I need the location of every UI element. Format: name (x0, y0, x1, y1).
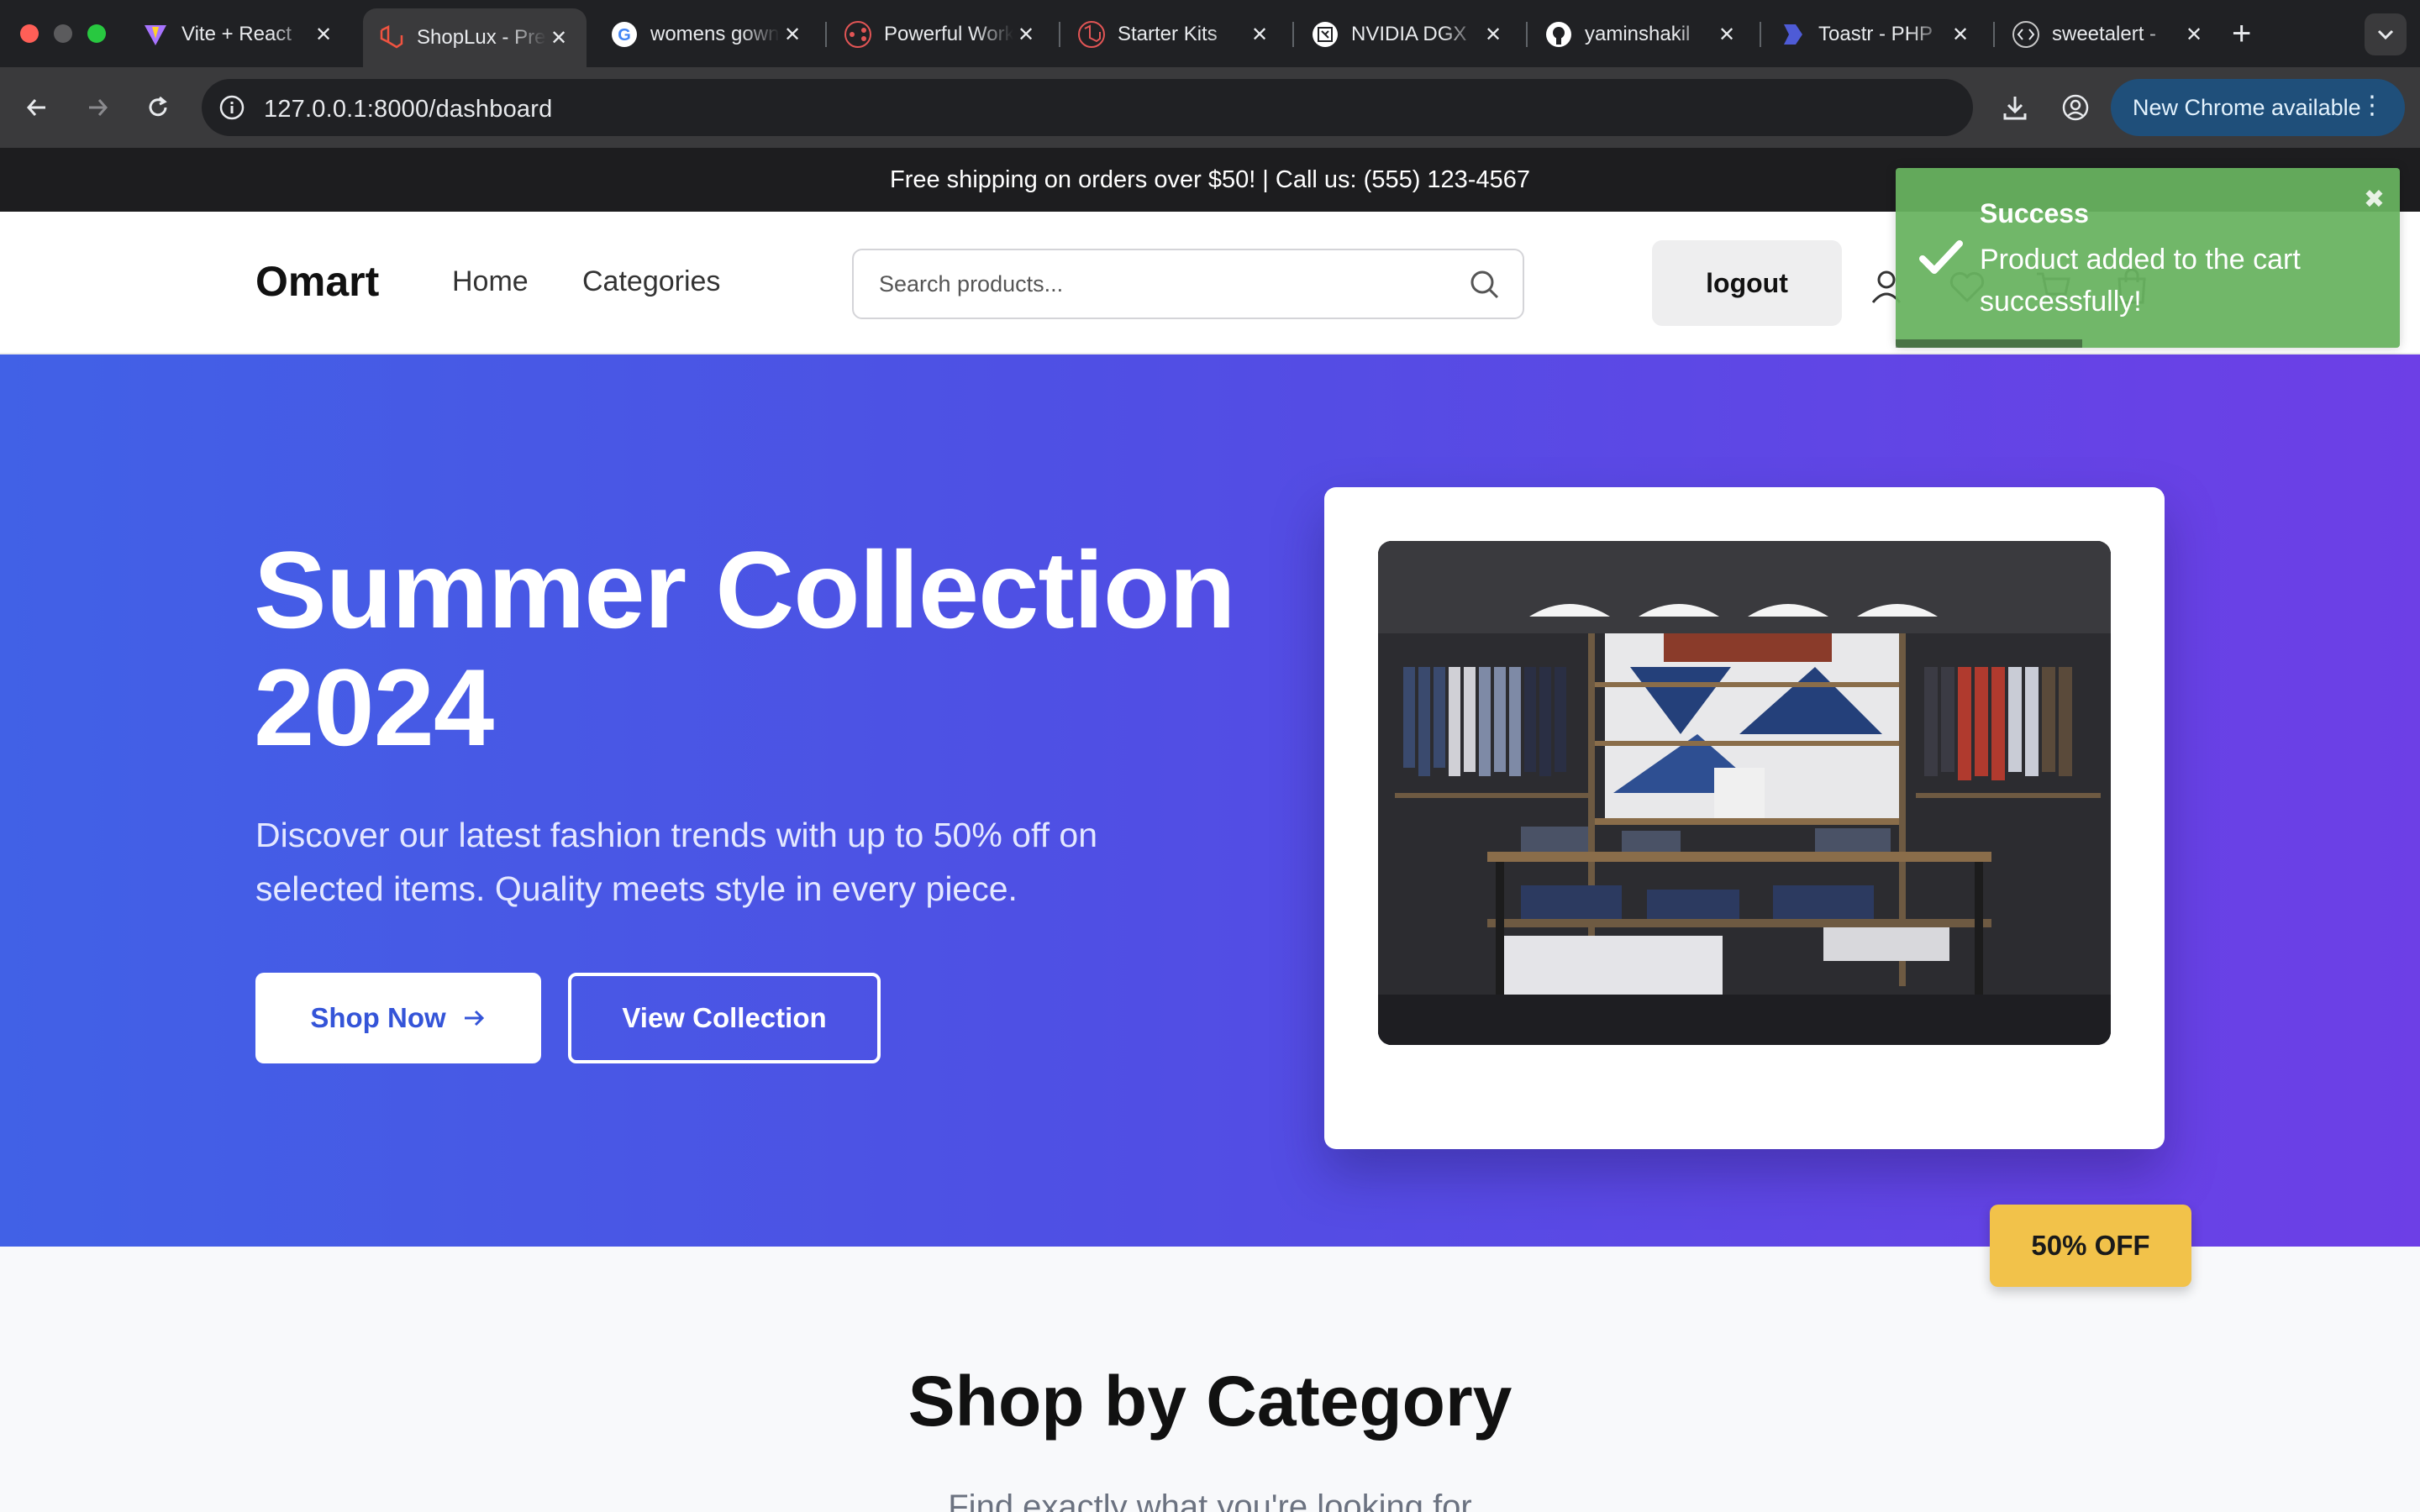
php-icon (1778, 20, 1807, 49)
tab-separator (1292, 22, 1294, 47)
tab-nvidia-dgx[interactable]: NVIDIA DGX ✕ (1297, 8, 1521, 60)
url-text: 127.0.0.1:8000/dashboard (264, 96, 553, 123)
browser-toolbar: 127.0.0.1:8000/dashboard New Chrome avai… (0, 67, 2420, 148)
tab-separator (1059, 22, 1060, 47)
hero-description: Discover our latest fashion trends with … (255, 808, 1264, 916)
address-bar[interactable]: 127.0.0.1:8000/dashboard (202, 79, 2146, 136)
shop-now-label: Shop Now (310, 1002, 446, 1033)
product-search (852, 249, 1524, 319)
download-icon (2003, 97, 2027, 120)
hero-description-line: Discover our latest fashion trends with … (255, 816, 1098, 854)
hero-banner: Summer Collection 2024 Discover our late… (0, 354, 2420, 1287)
tab-sweetalert[interactable]: sweetalert - ✕ (1998, 8, 2222, 60)
tab-separator (1526, 22, 1528, 47)
close-tab-icon[interactable]: ✕ (1481, 23, 1506, 47)
close-tab-icon[interactable]: ✕ (780, 23, 805, 47)
arrow-right-icon (89, 99, 108, 116)
tab-title: Toastr - PHP (1818, 23, 1933, 45)
tab-workflow[interactable]: Powerful Workflow ✕ (830, 8, 1054, 60)
profile-icon (2062, 94, 2089, 121)
brand-logo[interactable]: Omart (255, 257, 379, 306)
downloads-button[interactable] (1995, 87, 2035, 128)
tab-title: NVIDIA DGX (1351, 23, 1467, 45)
hero-description-line: selected items. Quality meets style in e… (255, 869, 1018, 908)
tab-title: ShopLux - Premium (417, 26, 546, 49)
search-icon[interactable] (1467, 267, 1502, 302)
close-tab-icon[interactable]: ✕ (546, 26, 571, 50)
arrow-right-icon (464, 1010, 484, 1026)
hero-image-card (1324, 487, 2165, 1149)
maximize-window-button[interactable] (87, 24, 106, 43)
site-info-icon[interactable] (217, 92, 247, 123)
tab-toastr-php[interactable]: Toastr - PHP ✕ (1765, 8, 1988, 60)
tab-title: womens gowns (650, 23, 780, 45)
toast-notification[interactable]: Success Product added to the cart succes… (1896, 168, 2400, 348)
tab-separator (1993, 22, 1995, 47)
hero-title: Summer Collection 2024 (254, 531, 1346, 766)
workflow-icon (844, 20, 872, 49)
section-subtitle: Find exactly what you're looking for (948, 1488, 1472, 1512)
logout-button[interactable]: logout (1652, 240, 1842, 326)
toast-progress-bar (1896, 339, 2082, 348)
hero-title-year: 2024 (254, 646, 494, 769)
shop-now-button[interactable]: Shop Now (255, 973, 541, 1063)
store-interior-photo (1378, 541, 2111, 1045)
browser-tab-strip: Vite + React ✕ ShopLux - Premium ✕ G wom… (0, 0, 2420, 67)
back-button[interactable] (17, 87, 57, 128)
web-page: Free shipping on orders over $50! | Call… (0, 148, 2420, 1512)
update-label: New Chrome available (2133, 94, 2361, 120)
tab-title: Vite + React (182, 23, 292, 45)
tab-search-button[interactable] (2365, 13, 2407, 55)
view-collection-button[interactable]: View Collection (568, 973, 881, 1063)
github-icon (1544, 20, 1573, 49)
tab-title: Powerful Workflow (884, 23, 1013, 45)
toast-message: Product added to the cart successfully! (1980, 244, 2301, 318)
tab-vite-react[interactable]: Vite + React ✕ (128, 8, 351, 60)
new-tab-button[interactable]: + (2232, 15, 2251, 52)
more-menu-icon[interactable]: ⋮ (2360, 91, 2385, 121)
close-tab-icon[interactable]: ✕ (311, 23, 336, 47)
laravel-icon (1077, 20, 1106, 49)
nav-home[interactable]: Home (452, 265, 529, 298)
tab-github[interactable]: yaminshakil ✕ (1531, 8, 1754, 60)
close-tab-icon[interactable]: ✕ (1948, 23, 1973, 47)
close-window-button[interactable] (20, 24, 39, 43)
chevron-down-icon (2377, 29, 2394, 40)
section-title: Shop by Category (908, 1362, 1512, 1441)
nvidia-icon (1311, 20, 1339, 49)
tab-title: Starter Kits (1118, 23, 1218, 45)
toast-close-button[interactable]: ✖ (2364, 185, 2385, 214)
forward-button[interactable] (77, 87, 118, 128)
close-tab-icon[interactable]: ✕ (1247, 23, 1272, 47)
laravel-icon (376, 24, 405, 52)
search-input[interactable] (879, 267, 1450, 301)
tab-starter-kits[interactable]: Starter Kits ✕ (1064, 8, 1287, 60)
google-icon: G (610, 20, 639, 49)
close-tab-icon[interactable]: ✕ (1013, 23, 1039, 47)
arrow-left-icon (26, 99, 45, 116)
tab-separator (825, 22, 827, 47)
tab-shoplux[interactable]: ShopLux - Premium ✕ (363, 8, 587, 67)
profile-button[interactable] (2055, 87, 2096, 128)
hero-title-line: Summer Collection (254, 528, 1236, 651)
reload-button[interactable] (138, 87, 178, 128)
discount-badge: 50% OFF (1990, 1205, 2191, 1287)
vite-icon (141, 20, 170, 49)
close-tab-icon[interactable]: ✕ (2181, 23, 2207, 47)
tab-title: sweetalert - (2052, 23, 2157, 45)
close-tab-icon[interactable]: ✕ (1714, 23, 1739, 47)
toast-title: Success (1980, 198, 2089, 228)
svg-text:G: G (618, 26, 631, 45)
code-icon (2012, 20, 2040, 49)
reload-icon (149, 96, 167, 117)
tab-title: yaminshakil (1585, 23, 1691, 45)
minimize-window-button[interactable] (54, 24, 72, 43)
chrome-update-button[interactable]: New Chrome available ⋮ (2111, 79, 2405, 136)
tab-google-search[interactable]: G womens gowns ✕ (597, 8, 820, 60)
nav-categories[interactable]: Categories (582, 265, 720, 298)
tab-separator (1760, 22, 1761, 47)
checkmark-icon (1918, 237, 1965, 277)
